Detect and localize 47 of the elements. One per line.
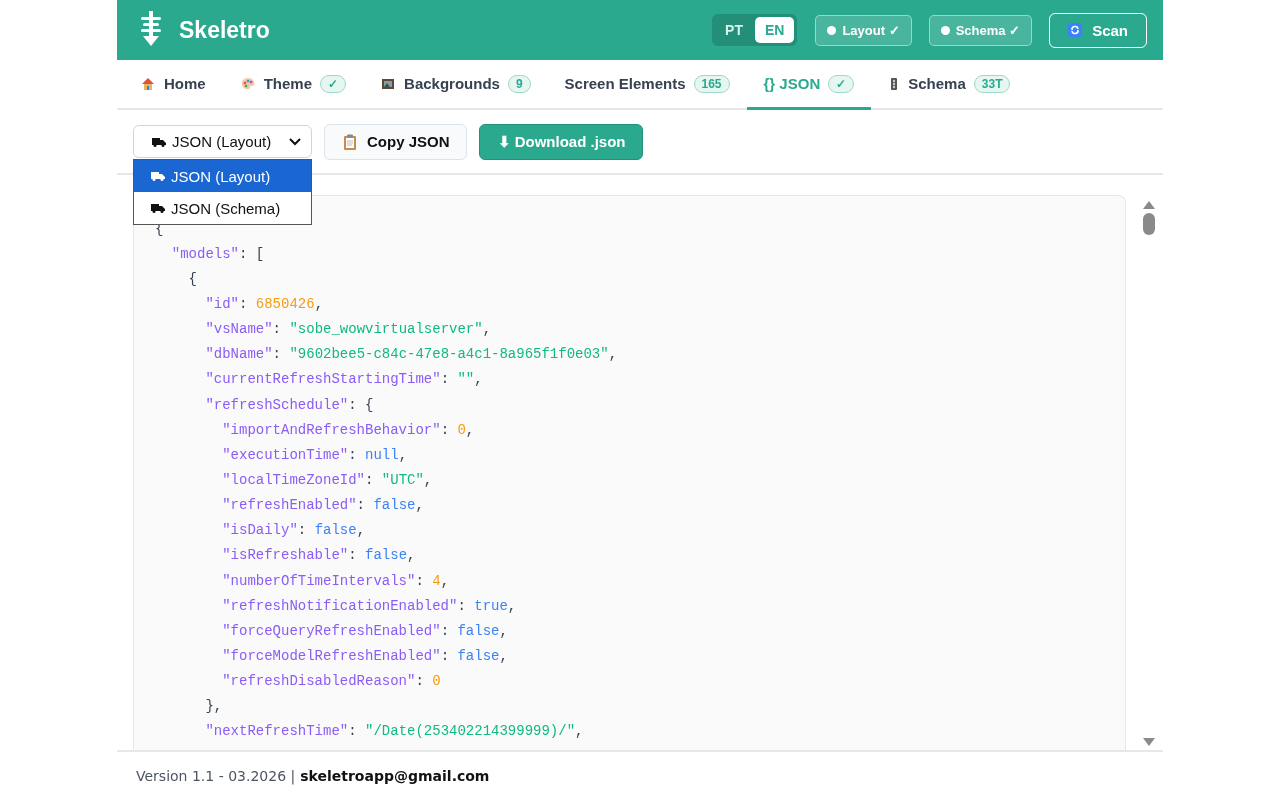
code-line: "refreshEnabled": false, [222, 497, 424, 514]
refresh-icon [1068, 23, 1083, 37]
code-line: "forceQueryRefreshEnabled": false, [222, 622, 508, 639]
dropdown-option[interactable]: JSON (Layout) [134, 160, 311, 192]
count-badge: 9 [507, 74, 531, 93]
code-line: "dbName": "9602bee5-c84c-47e8-a4c1-8a965f1f0e03", [205, 346, 618, 363]
code-line: "forceModelRefreshEnabled": false, [222, 647, 508, 664]
truck-icon [151, 171, 165, 181]
code-line: "refreshSchedule": { [205, 396, 374, 413]
tab[interactable]: Schema 33T [871, 60, 1028, 110]
code-line: "currentRefreshStartingTime": "", [205, 371, 483, 388]
palette-icon [239, 75, 256, 92]
code-line: "refreshNotificationEnabled": true, [222, 597, 517, 614]
code-line: "nextRefreshTime": "/Date(253402214399999)/", [205, 723, 584, 740]
tab[interactable]: Screen Elements 165 [547, 60, 747, 110]
code-line: { [188, 270, 197, 287]
truck-icon [151, 203, 165, 213]
tab[interactable]: Theme ✓ [222, 60, 364, 110]
tab[interactable]: Home [123, 60, 223, 110]
code-line: "models": [ [171, 245, 265, 262]
scroll-up-icon[interactable] [1142, 201, 1155, 209]
house-icon [140, 75, 156, 92]
count-badge: ✓ [320, 74, 347, 93]
clipboard-icon [343, 133, 357, 150]
email-link[interactable]: skeletroapp@gmail.com [300, 768, 490, 784]
tab[interactable]: Backgrounds 9 [363, 60, 548, 110]
chevron-down-icon [289, 137, 301, 146]
app-name: Skeletro [179, 16, 270, 44]
code-line: "executionTime": null, [222, 446, 408, 463]
code-line: "numberOfTimeIntervals": 4, [222, 572, 450, 589]
code-line: "isRefreshable": false, [222, 547, 416, 564]
scroll-down-icon[interactable] [1142, 738, 1155, 746]
copy-json-button[interactable]: Copy JSON [324, 123, 467, 160]
code-line: "vsName": "sobe_wowvirtualserver", [205, 321, 492, 338]
code-line: }, [205, 698, 223, 715]
code-line: "id": 6850426, [205, 296, 324, 312]
truck-icon [152, 137, 166, 147]
code-line: "refreshDisabledReason": 0 [222, 673, 441, 690]
code-line: "isDaily": false, [222, 522, 366, 539]
count-badge: 33T [973, 74, 1011, 93]
count-badge: ✓ [828, 74, 855, 93]
code-line: "localTimeZoneId": "UTC", [222, 471, 433, 488]
code-line: "importAndRefreshBehavior": 0, [222, 421, 475, 438]
scrollbar-thumb[interactable] [1142, 213, 1155, 235]
format-select[interactable]: JSON (Layout) [133, 125, 312, 158]
version-text: Version 1.1 - 03.2026 | [136, 768, 296, 784]
count-badge: 165 [693, 74, 730, 93]
